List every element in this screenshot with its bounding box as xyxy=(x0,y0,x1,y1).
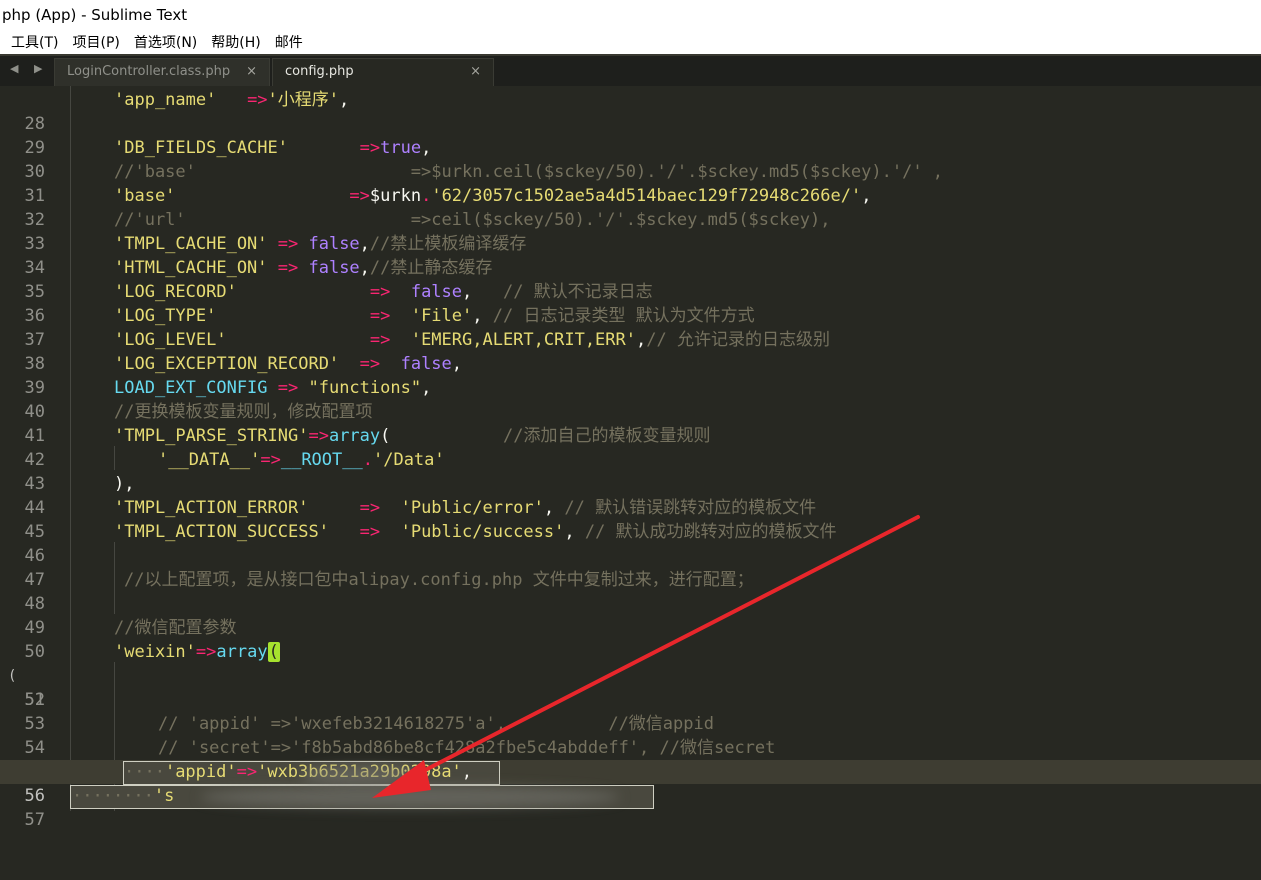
close-icon[interactable]: × xyxy=(246,59,257,85)
menu-help[interactable]: 帮助(H) xyxy=(211,32,260,52)
menu-project[interactable]: 项目(P) xyxy=(72,32,119,52)
tab-bar: ◀ ▶ LoginController.class.php × config.p… xyxy=(0,54,1261,86)
tab-config[interactable]: config.php × xyxy=(272,58,494,86)
menu-preferences[interactable]: 首选项(N) xyxy=(134,32,197,52)
tab-label: LoginController.class.php xyxy=(67,64,231,79)
menu-mail[interactable]: 邮件 xyxy=(275,32,303,52)
menu-tools[interactable]: 工具(T) xyxy=(11,32,58,52)
window-title: php (App) - Sublime Text xyxy=(0,0,1261,30)
close-icon[interactable]: × xyxy=(470,59,481,85)
tab-login-controller[interactable]: LoginController.class.php × xyxy=(54,58,270,86)
menu-bar: 工具(T) 项目(P) 首选项(N) 帮助(H) 邮件 xyxy=(0,30,1261,54)
annotation-arrow-icon xyxy=(372,515,920,798)
tab-label: config.php xyxy=(285,64,354,79)
tab-nav-arrows-icon[interactable]: ◀ ▶ xyxy=(10,62,48,75)
code-editor[interactable]: 28 'app_name' =>'小程序', 29 30 'DB_FIELDS_… xyxy=(0,86,1261,830)
